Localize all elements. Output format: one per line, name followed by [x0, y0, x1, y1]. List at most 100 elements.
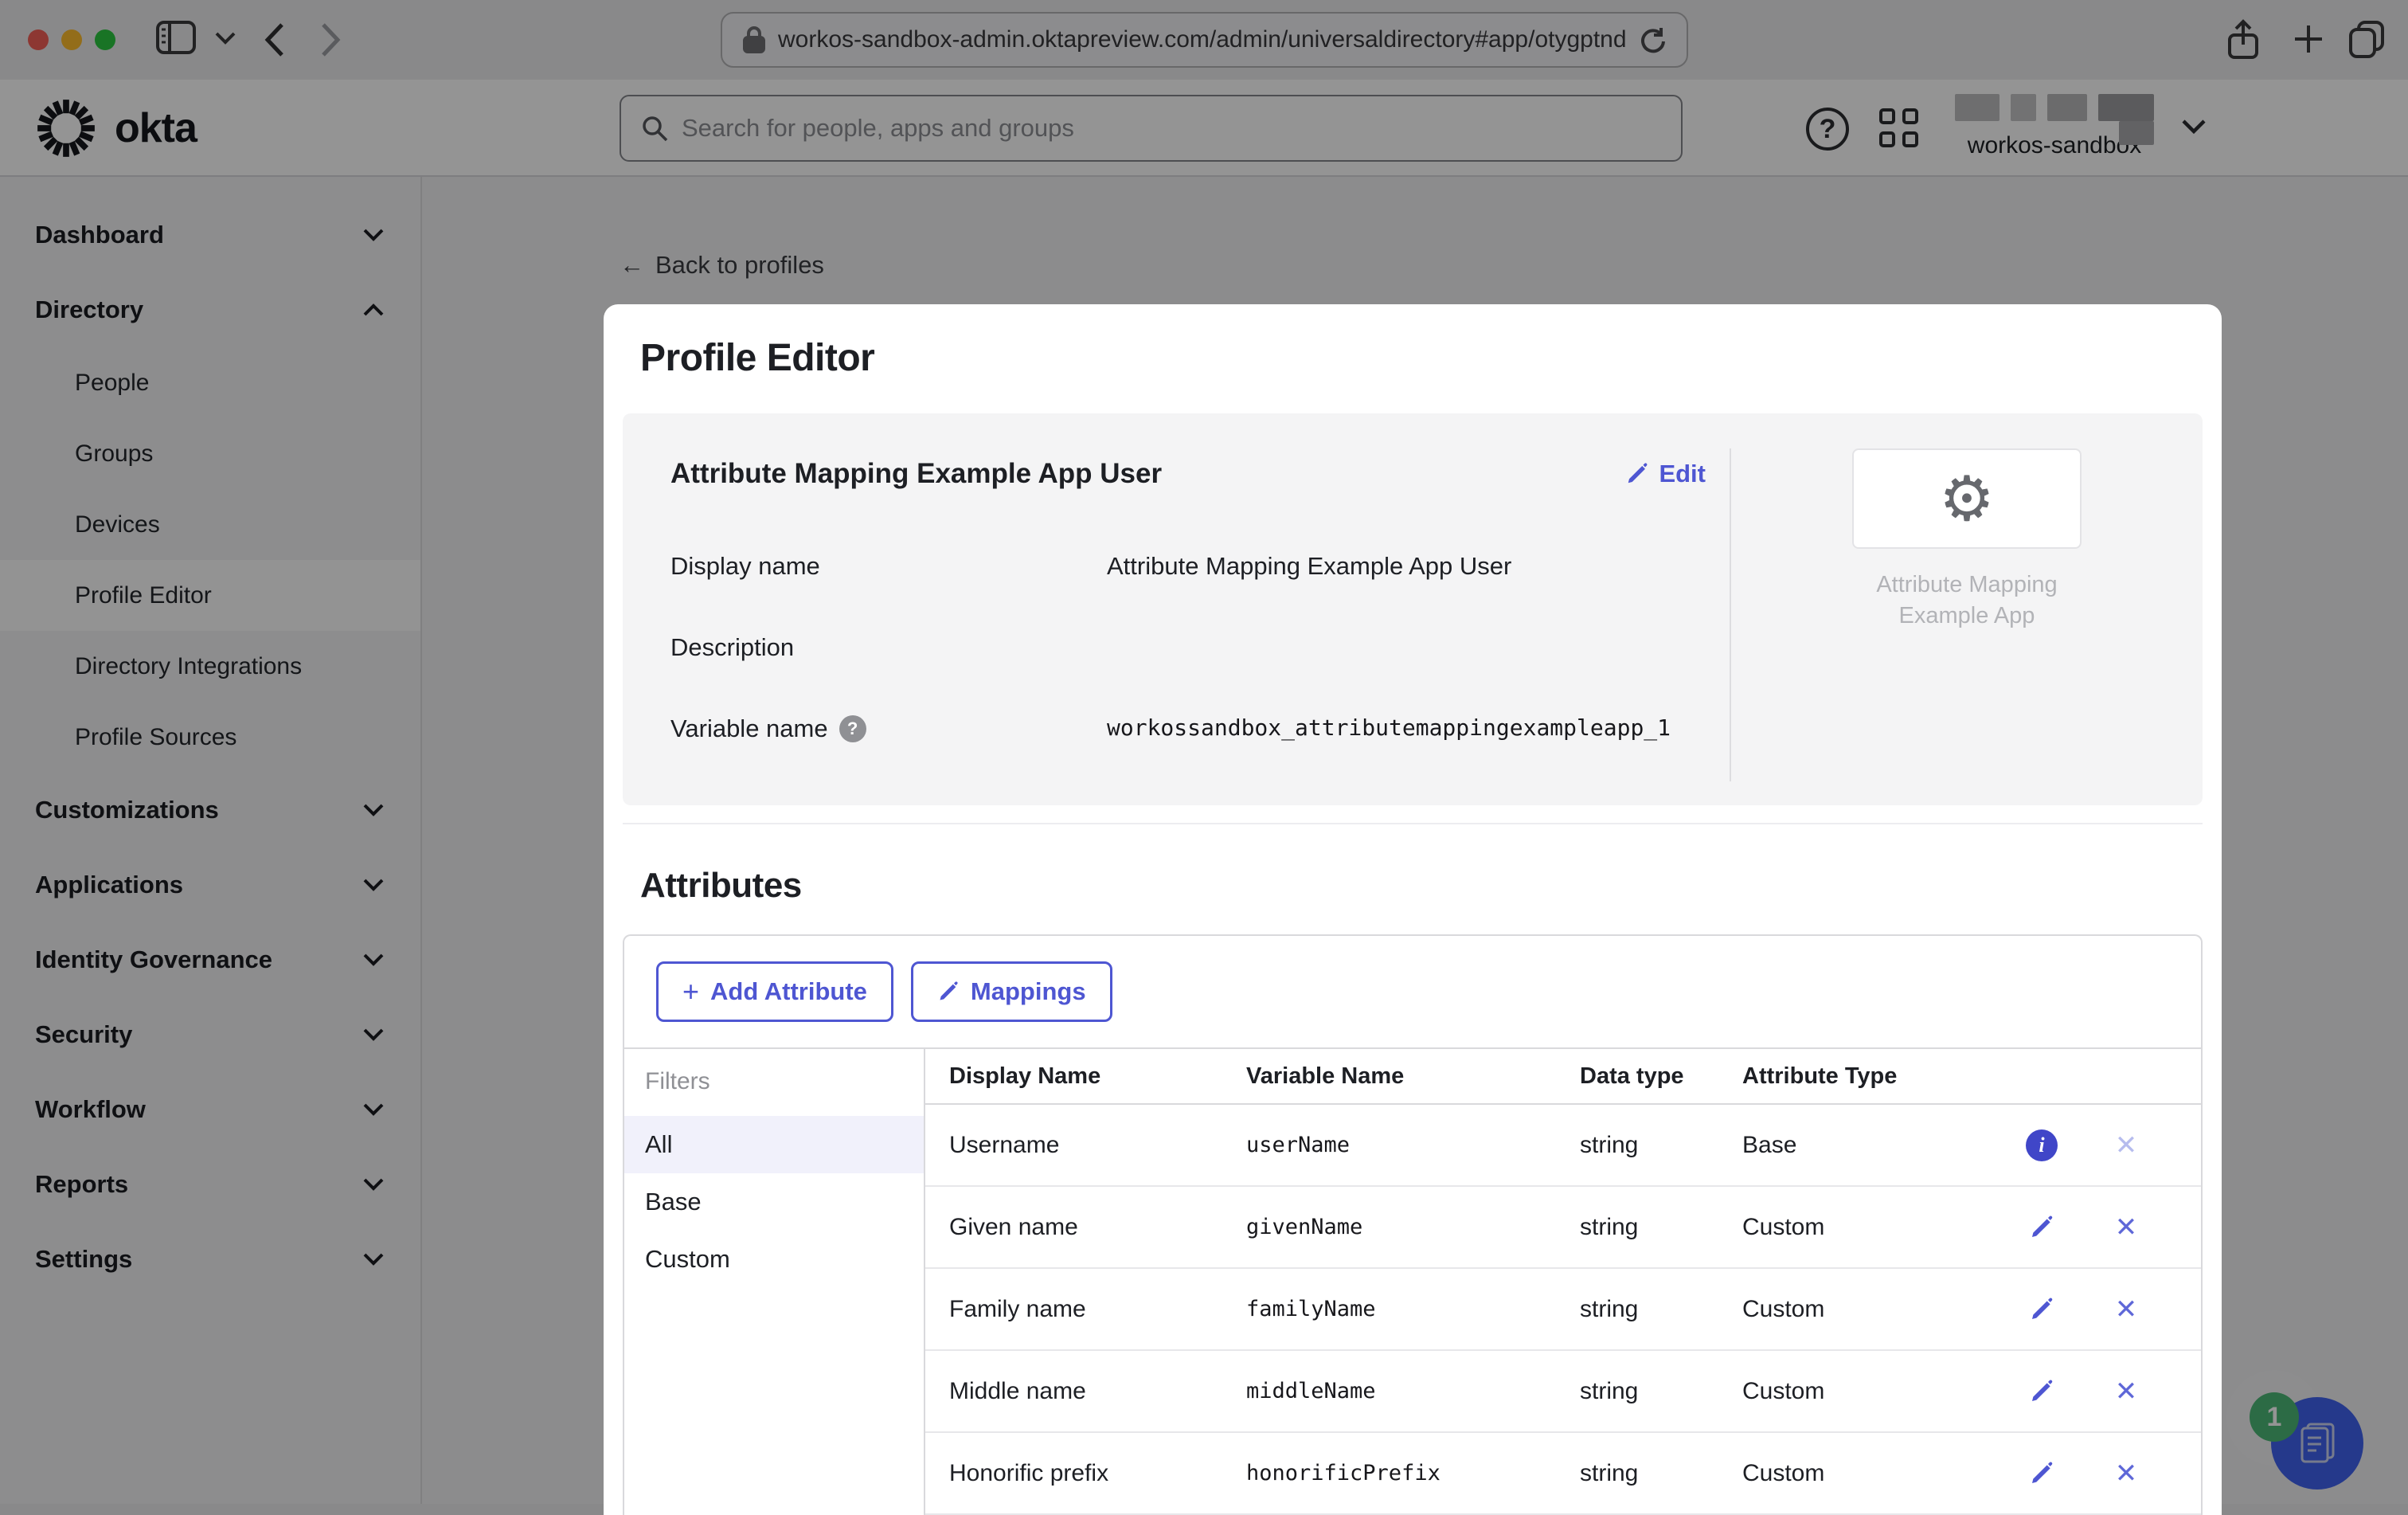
edit-button[interactable]: Edit [1625, 460, 1706, 488]
sidebar-item-profile-sources[interactable]: Profile Sources [0, 702, 420, 773]
field-value-variable-name: workossandbox_attributemappingexampleapp… [1107, 714, 1671, 741]
col-header-attribute-type: Attribute Type [1742, 1063, 1898, 1089]
filters-panel: Filters All Base Custom [624, 1049, 925, 1515]
tab-overview-icon[interactable] [2347, 19, 2387, 59]
filter-option-all[interactable]: All [624, 1116, 924, 1173]
gear-icon: ⚙ [1939, 464, 1995, 534]
chevron-down-icon [363, 1103, 384, 1116]
col-header-variable-name: Variable Name [1246, 1063, 1405, 1089]
account-chevron-icon[interactable] [2180, 118, 2207, 135]
help-tooltip-icon[interactable]: ? [838, 715, 866, 742]
address-bar[interactable]: workos-sandbox-admin.oktapreview.com/adm… [721, 12, 1688, 68]
field-label-display-name: Display name [670, 552, 820, 580]
chevron-down-icon [363, 953, 384, 966]
field-label-description: Description [670, 633, 795, 661]
remove-attribute-icon[interactable]: ✕ [2109, 1292, 2144, 1327]
info-icon[interactable]: i [2024, 1128, 2059, 1163]
remove-attribute-icon[interactable]: ✕ [2109, 1128, 2144, 1163]
edit-attribute-icon[interactable] [2024, 1292, 2059, 1327]
pencil-icon [2032, 1298, 2053, 1319]
help-icon[interactable]: ? [1806, 108, 1849, 151]
global-search[interactable] [620, 95, 1683, 162]
sidebar-nav: Dashboard Directory People Groups Device… [0, 177, 422, 1504]
sidebar-item-dashboard[interactable]: Dashboard [0, 198, 420, 272]
edit-attribute-icon[interactable] [2024, 1456, 2059, 1491]
search-input[interactable] [682, 114, 1662, 143]
window-controls[interactable] [28, 29, 115, 50]
table-row: Given name givenName string Custom ✕ [925, 1187, 2201, 1269]
attributes-toolbar: + Add Attribute Mappings [624, 936, 2201, 1049]
sidebar-item-customizations[interactable]: Customizations [0, 773, 420, 848]
remove-attribute-icon[interactable]: ✕ [2109, 1456, 2144, 1491]
table-row: Username userName string Base i ✕ [925, 1105, 2201, 1187]
sidebar-item-reports[interactable]: Reports [0, 1147, 420, 1222]
sidebar-item-directory[interactable]: Directory [0, 272, 420, 347]
filters-label: Filters [645, 1068, 710, 1094]
edit-attribute-icon[interactable] [2024, 1374, 2059, 1409]
app-logo-tile: ⚙ [1852, 448, 2082, 549]
table-row: Family name familyName string Custom ✕ [925, 1269, 2201, 1351]
chevron-up-icon [363, 303, 384, 316]
table-row: Middle name middleName string Custom ✕ [925, 1351, 2201, 1433]
reload-icon[interactable] [1639, 26, 1666, 53]
chevron-down-icon [363, 1028, 384, 1041]
pencil-icon [940, 981, 958, 1000]
back-arrow-icon: ← [620, 251, 644, 279]
search-icon [640, 114, 669, 143]
filter-option-custom[interactable]: Custom [624, 1231, 924, 1288]
back-to-profiles-link[interactable]: ← Back to profiles [620, 251, 824, 280]
back-button[interactable] [261, 20, 288, 60]
remove-attribute-icon[interactable]: ✕ [2109, 1210, 2144, 1245]
tab-group-chevron-icon[interactable] [213, 30, 237, 46]
minimize-window-button[interactable] [61, 29, 82, 50]
chevron-down-icon [363, 1253, 384, 1266]
edit-attribute-icon[interactable] [2024, 1210, 2059, 1245]
sidebar-item-settings[interactable]: Settings [0, 1222, 420, 1297]
okta-wordmark: okta [115, 105, 197, 151]
table-row: Honorific prefix honorificPrefix string … [925, 1433, 2201, 1515]
redacted-username [1955, 94, 2154, 145]
browser-chrome: workos-sandbox-admin.oktapreview.com/adm… [0, 0, 2408, 80]
sidebar-item-people[interactable]: People [0, 347, 420, 418]
lock-icon [743, 25, 765, 54]
app-logo-zone: ⚙ Attribute Mapping Example App [1731, 448, 2203, 632]
attributes-table: Display Name Variable Name Data type Att… [925, 1049, 2201, 1515]
plus-icon: + [682, 975, 700, 1008]
okta-sunburst-icon [37, 100, 95, 157]
remove-attribute-icon[interactable]: ✕ [2109, 1374, 2144, 1409]
sidebar-item-identity-governance[interactable]: Identity Governance [0, 922, 420, 997]
share-icon[interactable] [2226, 19, 2260, 61]
chevron-down-icon [363, 879, 384, 891]
sidebar-toggle-icon[interactable] [156, 21, 196, 54]
sidebar-item-groups[interactable]: Groups [0, 418, 420, 489]
sidebar-item-directory-integrations[interactable]: Directory Integrations [0, 631, 420, 702]
forward-button[interactable] [317, 20, 344, 60]
sidebar-item-applications[interactable]: Applications [0, 848, 420, 922]
close-window-button[interactable] [28, 29, 49, 50]
new-tab-icon[interactable] [2290, 21, 2327, 57]
app-header: okta ? workos-sandbox [0, 80, 2408, 177]
url-text: workos-sandbox-admin.oktapreview.com/adm… [778, 26, 1626, 53]
app-user-heading: Attribute Mapping Example App User [670, 458, 1163, 489]
pencil-icon [2032, 1380, 2053, 1401]
col-header-data-type: Data type [1580, 1063, 1684, 1089]
zoom-window-button[interactable] [95, 29, 115, 50]
page-title: Profile Editor [640, 337, 875, 379]
chevron-down-icon [363, 229, 384, 241]
mappings-button[interactable]: Mappings [910, 961, 1112, 1022]
section-divider [623, 823, 2203, 824]
app-logo-caption: Attribute Mapping Example App [1876, 572, 2058, 629]
filter-option-base[interactable]: Base [624, 1173, 924, 1231]
sidebar-item-security[interactable]: Security [0, 997, 420, 1072]
attributes-heading: Attributes [640, 866, 802, 905]
apps-grid-icon[interactable] [1879, 108, 1918, 147]
chevron-down-icon [363, 1178, 384, 1191]
sidebar-item-workflow[interactable]: Workflow [0, 1072, 420, 1147]
okta-logo[interactable]: okta [33, 96, 197, 161]
notification-badge: 1 [2250, 1392, 2299, 1442]
sidebar-item-profile-editor[interactable]: Profile Editor [0, 560, 420, 631]
sidebar-item-devices[interactable]: Devices [0, 489, 420, 560]
account-menu[interactable]: workos-sandbox [1955, 94, 2154, 159]
add-attribute-button[interactable]: + Add Attribute [656, 961, 893, 1022]
pencil-icon [1628, 463, 1648, 483]
